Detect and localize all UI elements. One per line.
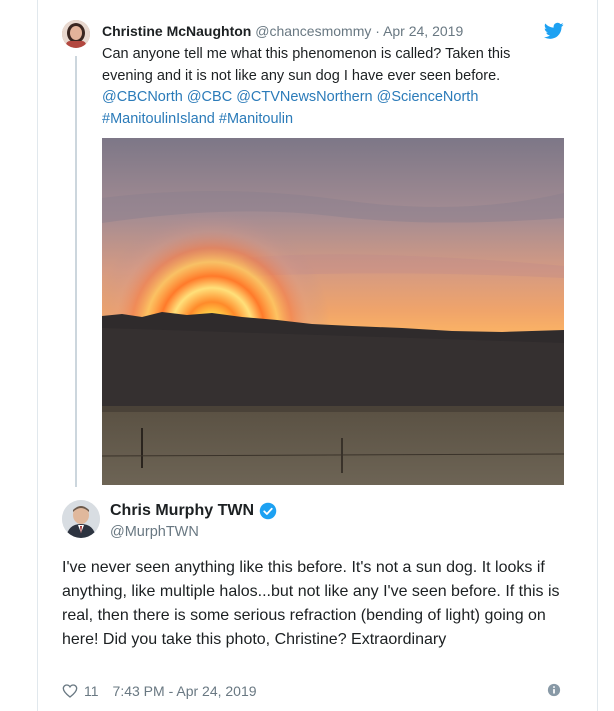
header-separator: · bbox=[375, 23, 380, 39]
parent-text-line-1: Can anyone tell me what this phenomenon … bbox=[102, 46, 511, 62]
main-author-avatar[interactable] bbox=[62, 500, 100, 538]
hashtags-line: #ManitoulinIsland #Manitoulin bbox=[102, 109, 572, 131]
sunset-halo-photo[interactable] bbox=[102, 138, 564, 485]
mention-link[interactable]: @CBCNorth bbox=[102, 89, 183, 105]
parent-author-handle[interactable]: @chancesmommy bbox=[255, 23, 371, 39]
like-count[interactable]: 11 bbox=[84, 683, 99, 699]
parent-avatar[interactable] bbox=[62, 20, 90, 48]
heart-icon[interactable] bbox=[62, 683, 78, 699]
mention-link[interactable]: @CBC bbox=[187, 89, 232, 105]
mention-link[interactable]: @CTVNewsNorthern bbox=[236, 89, 372, 105]
twitter-bird-icon[interactable] bbox=[544, 22, 564, 40]
parent-tweet-date[interactable]: Apr 24, 2019 bbox=[383, 23, 463, 39]
thread-connector-line bbox=[75, 56, 77, 487]
main-author-name-row: Chris Murphy TWN bbox=[110, 501, 277, 521]
hashtag-link[interactable]: #ManitoulinIsland bbox=[102, 111, 215, 127]
mentions-line: @CBCNorth @CBC @CTVNewsNorthern @Science… bbox=[102, 87, 572, 109]
verified-badge-icon bbox=[259, 502, 277, 520]
parent-tweet-text: Can anyone tell me what this phenomenon … bbox=[102, 44, 572, 130]
hashtag-link[interactable]: #Manitoulin bbox=[219, 111, 293, 127]
tweet-timestamp[interactable]: 7:43 PM - Apr 24, 2019 bbox=[113, 683, 257, 699]
parent-tweet-header: Christine McNaughton @chancesmommy · Apr… bbox=[102, 22, 463, 40]
main-tweet-text: I've never seen anything like this befor… bbox=[62, 559, 560, 648]
mention-link[interactable]: @ScienceNorth bbox=[377, 89, 479, 105]
parent-text-line-2: evening and it is not like any sun dog I… bbox=[102, 67, 501, 84]
info-icon[interactable] bbox=[547, 683, 561, 697]
main-author-name[interactable]: Chris Murphy TWN bbox=[110, 501, 254, 521]
main-author-handle[interactable]: @MurphTWN bbox=[110, 523, 199, 541]
parent-author-name[interactable]: Christine McNaughton bbox=[102, 23, 251, 39]
tweet-footer: 11 7:43 PM - Apr 24, 2019 bbox=[62, 681, 257, 701]
